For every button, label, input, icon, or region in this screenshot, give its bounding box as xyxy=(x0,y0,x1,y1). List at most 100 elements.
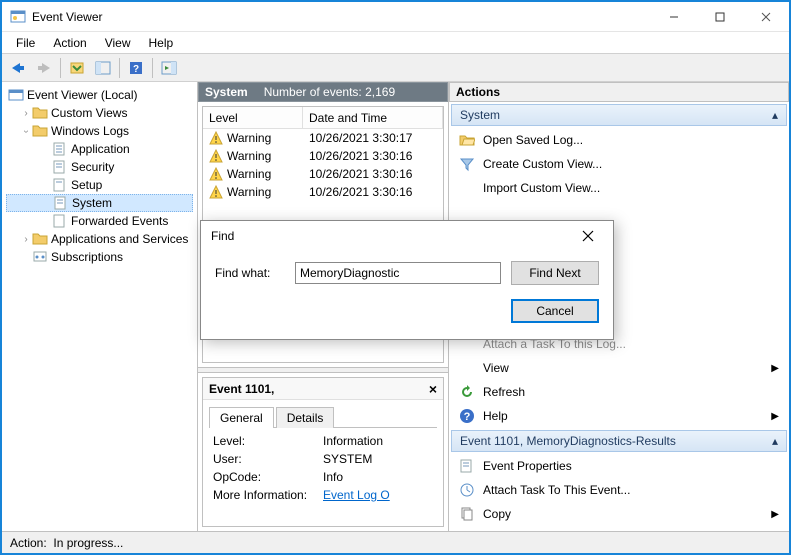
tree-system-label: System xyxy=(72,196,112,210)
task-icon xyxy=(459,482,475,498)
minimize-button[interactable] xyxy=(651,2,697,32)
forward-button[interactable] xyxy=(32,57,56,79)
tree-windows-logs[interactable]: › Windows Logs xyxy=(6,122,193,140)
find-close-button[interactable] xyxy=(573,224,603,248)
tree-forwarded[interactable]: Forwarded Events xyxy=(6,212,193,230)
action-copy[interactable]: Copy ▶ xyxy=(449,502,789,526)
tab-details[interactable]: Details xyxy=(276,407,335,428)
menu-file[interactable]: File xyxy=(8,34,43,52)
actions-title: Actions xyxy=(449,82,789,102)
column-headers: Level Date and Time xyxy=(203,107,443,129)
detail-user-val: SYSTEM xyxy=(323,452,433,470)
col-date[interactable]: Date and Time xyxy=(303,107,443,128)
actions-section-event[interactable]: Event 1101, MemoryDiagnostics-Results ▴ xyxy=(451,430,787,452)
action-event-properties[interactable]: Event Properties xyxy=(449,454,789,478)
folder-open-icon xyxy=(459,132,475,148)
tree-subscriptions-label: Subscriptions xyxy=(51,250,123,264)
center-section: System xyxy=(205,85,248,99)
status-bar: Action: In progress... xyxy=(2,531,789,553)
action-help[interactable]: ? Help ▶ xyxy=(449,404,789,428)
event-row[interactable]: Warning10/26/2021 3:30:17 xyxy=(203,129,443,147)
close-button[interactable] xyxy=(743,2,789,32)
title-bar: Event Viewer xyxy=(2,2,789,32)
tree-setup-label: Setup xyxy=(71,178,102,192)
tree-apps-services[interactable]: › Applications and Services xyxy=(6,230,193,248)
center-header: System Number of events: 2,169 xyxy=(198,82,448,102)
chevron-right-icon: ▶ xyxy=(771,363,779,374)
find-next-button[interactable]: Find Next xyxy=(511,261,599,285)
copy-icon xyxy=(459,506,475,522)
tree-root[interactable]: Event Viewer (Local) xyxy=(6,86,193,104)
collapse-icon: ▴ xyxy=(772,108,778,122)
action-view[interactable]: View ▶ xyxy=(449,356,789,380)
warning-icon xyxy=(209,167,223,181)
tree-forwarded-label: Forwarded Events xyxy=(71,214,168,228)
window-title: Event Viewer xyxy=(32,10,651,24)
action-import-custom-view[interactable]: Import Custom View... xyxy=(449,176,789,200)
menu-action[interactable]: Action xyxy=(45,34,94,52)
event-detail-pane: Event 1101, × General Details Level:Info… xyxy=(202,377,444,527)
detail-moreinfo-key: More Information: xyxy=(213,488,323,506)
actions-section-system[interactable]: System ▴ xyxy=(451,104,787,126)
splitter[interactable] xyxy=(198,367,448,373)
menu-bar: File Action View Help xyxy=(2,32,789,54)
tree-custom-views[interactable]: › Custom Views xyxy=(6,104,193,122)
event-detail-close-icon[interactable]: × xyxy=(429,381,437,397)
detail-level-key: Level: xyxy=(213,434,323,452)
event-row[interactable]: Warning10/26/2021 3:30:16 xyxy=(203,147,443,165)
detail-opcode-key: OpCode: xyxy=(213,470,323,488)
action-create-custom-view[interactable]: Create Custom View... xyxy=(449,152,789,176)
tree-application-label: Application xyxy=(71,142,130,156)
app-icon xyxy=(10,9,26,25)
toolbar-help-icon[interactable]: ? xyxy=(124,57,148,79)
action-refresh[interactable]: Refresh xyxy=(449,380,789,404)
tree-security-label: Security xyxy=(71,160,114,174)
collapse-icon: ▴ xyxy=(772,434,778,448)
tree-apps-services-label: Applications and Services xyxy=(51,232,188,246)
toolbar-panel-icon[interactable] xyxy=(91,57,115,79)
tree-security[interactable]: Security xyxy=(6,158,193,176)
tree-application[interactable]: Application xyxy=(6,140,193,158)
detail-user-key: User: xyxy=(213,452,323,470)
maximize-button[interactable] xyxy=(697,2,743,32)
center-count: Number of events: 2,169 xyxy=(264,85,395,99)
tab-general[interactable]: General xyxy=(209,407,274,428)
tree-system[interactable]: System xyxy=(6,194,193,212)
tree-subscriptions[interactable]: › Subscriptions xyxy=(6,248,193,266)
action-attach-task-event[interactable]: Attach Task To This Event... xyxy=(449,478,789,502)
refresh-icon xyxy=(459,384,475,400)
chevron-right-icon: ▶ xyxy=(771,411,779,422)
navigation-tree: Event Viewer (Local) › Custom Views › Wi… xyxy=(2,82,198,531)
detail-moreinfo-link[interactable]: Event Log O xyxy=(323,488,433,506)
status-label: Action: xyxy=(10,536,47,550)
back-button[interactable] xyxy=(6,57,30,79)
filter-icon xyxy=(459,156,475,172)
detail-opcode-val: Info xyxy=(323,470,433,488)
event-row[interactable]: Warning10/26/2021 3:30:16 xyxy=(203,165,443,183)
menu-help[interactable]: Help xyxy=(141,34,182,52)
status-value: In progress... xyxy=(53,536,123,550)
warning-icon xyxy=(209,185,223,199)
toolbar-panel2-icon[interactable] xyxy=(157,57,181,79)
help-icon: ? xyxy=(459,408,475,424)
toolbar: ? xyxy=(2,54,789,82)
svg-text:?: ? xyxy=(464,411,471,423)
chevron-right-icon: ▶ xyxy=(771,509,779,520)
import-icon xyxy=(459,180,475,196)
event-row[interactable]: Warning10/26/2021 3:30:16 xyxy=(203,183,443,201)
find-dialog-title: Find xyxy=(211,229,234,243)
tree-setup[interactable]: Setup xyxy=(6,176,193,194)
action-open-saved-log[interactable]: Open Saved Log... xyxy=(449,128,789,152)
find-dialog: Find Find what: Find Next Cancel xyxy=(200,220,614,340)
menu-view[interactable]: View xyxy=(97,34,139,52)
warning-icon xyxy=(209,149,223,163)
detail-level-val: Information xyxy=(323,434,433,452)
col-level[interactable]: Level xyxy=(203,107,303,128)
warning-icon xyxy=(209,131,223,145)
event-detail-title: Event 1101, xyxy=(209,382,274,396)
toolbar-properties-icon[interactable] xyxy=(65,57,89,79)
tree-root-label: Event Viewer (Local) xyxy=(27,88,138,102)
find-what-input[interactable] xyxy=(295,262,501,284)
tree-custom-views-label: Custom Views xyxy=(51,106,127,120)
find-cancel-button[interactable]: Cancel xyxy=(511,299,599,323)
